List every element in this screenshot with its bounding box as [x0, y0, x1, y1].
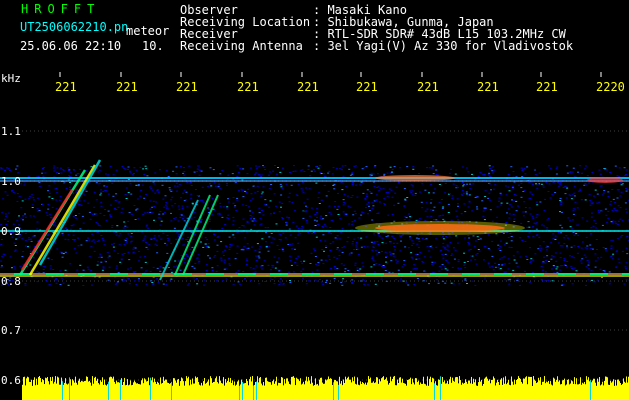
time-tick: 2220 — [596, 80, 625, 94]
time-tick: 221 — [116, 80, 138, 94]
meteor-label: meteor — [126, 24, 170, 38]
time-tick: 221 — [237, 80, 259, 94]
freq-tick: 1.0 — [1, 175, 21, 188]
freq-tick: 0.7 — [1, 324, 21, 337]
hot-echo — [587, 177, 623, 183]
time-tick: 221 — [176, 80, 198, 94]
time-tick: 221 — [536, 80, 558, 94]
hot-echo-halo — [355, 221, 525, 235]
time-tick: 221 — [477, 80, 499, 94]
antenna-label: Receiving Antenna — [180, 39, 303, 53]
freq-tick: 1.1 — [1, 125, 21, 138]
file-name: UT2506062210.pn — [20, 20, 129, 34]
time-tick: 221 — [417, 80, 439, 94]
hot-echo — [375, 175, 455, 181]
spectrogram-canvas — [0, 72, 629, 400]
freq-tick: 0.9 — [1, 225, 21, 238]
freq-tick: 0.8 — [1, 275, 21, 288]
meteor-streak — [174, 194, 211, 276]
y-axis-unit: kHz — [1, 72, 21, 85]
interval-value: 10. — [142, 39, 164, 53]
time-tick: 221 — [297, 80, 319, 94]
time-tick: 221 — [356, 80, 378, 94]
time-tick: 221 — [55, 80, 77, 94]
brand-title: HROFFT — [21, 2, 101, 16]
noise-band — [0, 165, 629, 286]
amplitude-bar — [22, 376, 629, 400]
antenna-value: : 3el Yagi(V) Az 330 for Vladivostok — [313, 39, 574, 53]
freq-tick: 0.6 — [1, 374, 21, 387]
timestamp: 25.06.06 22:10 — [20, 39, 122, 53]
